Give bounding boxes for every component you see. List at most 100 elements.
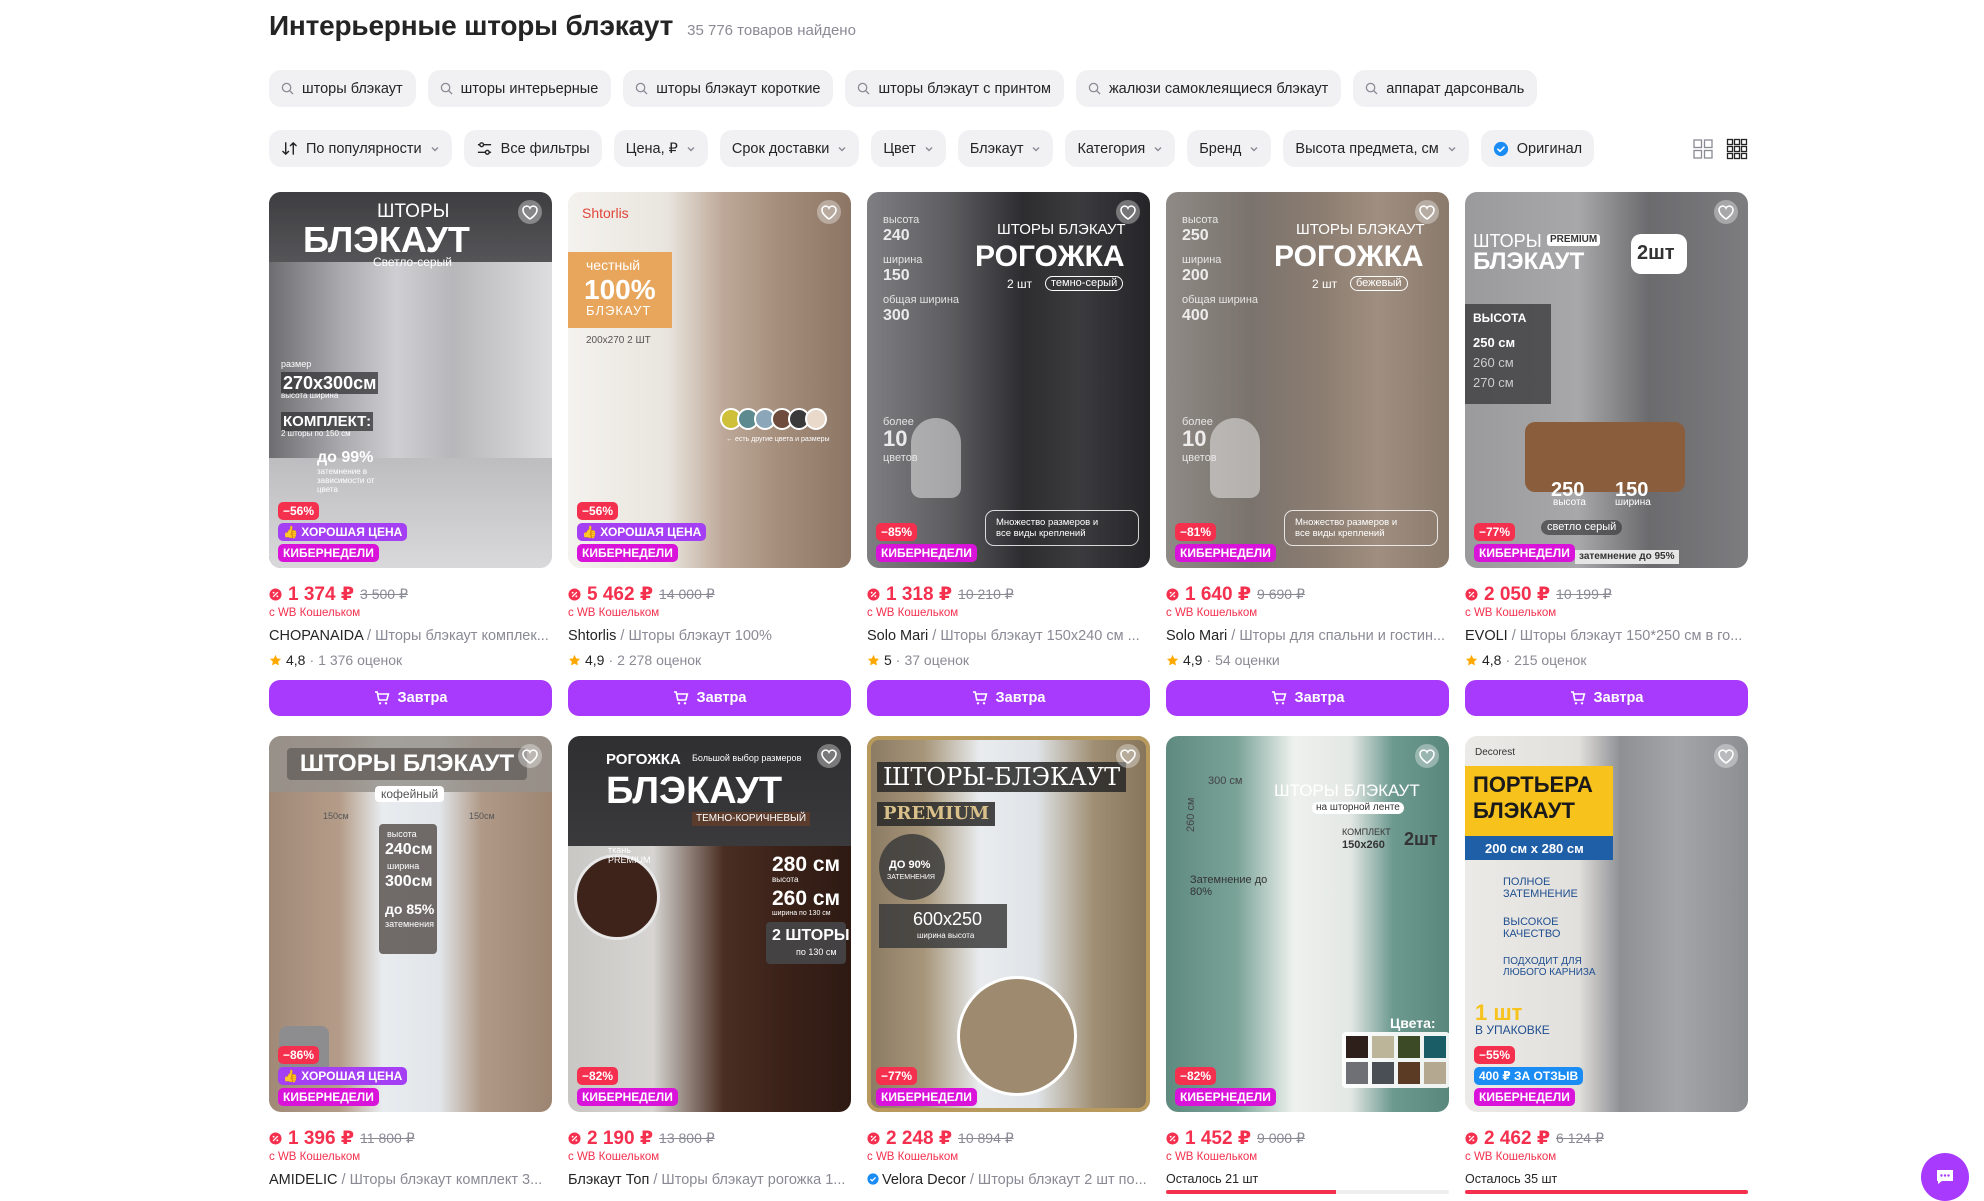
heart-icon[interactable] [816, 743, 842, 769]
suggestion-chip[interactable]: шторы блэкаут [269, 70, 416, 107]
add-to-cart-button[interactable]: Завтра [1166, 680, 1449, 716]
heart-icon[interactable] [1115, 743, 1141, 769]
product-image[interactable]: ШТОРЫ БЛЭКАУТ РОГОЖКА 2 шт бежевый высот… [1166, 192, 1449, 568]
filter-color[interactable]: Цвет [871, 130, 946, 167]
star-icon [1465, 654, 1478, 665]
price: 2 190 ₽ [587, 1128, 654, 1149]
page-title: Интерьерные шторы блэкаут [269, 10, 674, 41]
product-card[interactable]: ШТОРЫ PREMIUM БЛЭКАУТ 2шт ВЫСОТА 250 см … [1465, 192, 1748, 716]
product-card[interactable]: ШТОРЫ БЛЭКАУТ кофейный 150см 150см высот… [269, 736, 552, 1194]
overlay-text: затемнение до 95% [1575, 550, 1679, 564]
sort-button[interactable]: По популярности [269, 130, 452, 167]
product-title: / Шторы для спальни и гостин... [1227, 628, 1446, 644]
filter-blackout[interactable]: Блэкаут [957, 130, 1054, 167]
product-card[interactable]: ШТОРЫ БЛЭКАУТ Светло-серый размер 270x30… [269, 192, 552, 716]
suggestion-chip[interactable]: жалюзи самоклеящиеся блэкаут [1075, 70, 1342, 107]
overlay-text: PREMIUM [877, 802, 996, 826]
product-name[interactable]: Solo Mari / Шторы блэкаут 150x240 см ... [867, 628, 1150, 644]
product-name[interactable]: Solo Mari / Шторы для спальни и гостин..… [1166, 628, 1449, 644]
cart-label: Завтра [1593, 690, 1644, 706]
product-image[interactable]: ШТОРЫ-БЛЭКАУТ PREMIUM ДО 90% ЗАТЕМНЕНИЯ … [867, 736, 1150, 1112]
heart-icon[interactable] [1713, 743, 1739, 769]
star-icon [568, 654, 581, 665]
heart-icon[interactable] [1713, 199, 1739, 225]
product-card[interactable]: Shtorlis честный 100% БЛЭКАУТ 200x270 2 … [568, 192, 851, 716]
product-card[interactable]: ШТОРЫ БЛЭКАУТ РОГОЖКА 2 шт темно-серый в… [867, 192, 1150, 716]
add-to-cart-button[interactable]: Завтра [867, 680, 1150, 716]
product-card[interactable]: 300 см ШТОРЫ БЛЭКАУТ на шторной ленте КО… [1166, 736, 1449, 1194]
heart-icon[interactable] [517, 199, 543, 225]
product-image[interactable]: ШТОРЫ БЛЭКАУТ Светло-серый размер 270x30… [269, 192, 552, 568]
product-image[interactable]: ШТОРЫ PREMIUM БЛЭКАУТ 2шт ВЫСОТА 250 см … [1465, 192, 1748, 568]
filter-height[interactable]: Высота предмета, см [1283, 130, 1469, 167]
search-icon [636, 82, 648, 95]
stock-bar [1166, 1190, 1449, 1194]
reviews-count: 54 оценки [1215, 652, 1280, 668]
overlay-text: 10 [883, 426, 908, 451]
search-icon [281, 82, 294, 95]
wallet-discount-icon [1166, 588, 1179, 601]
add-to-cart-button[interactable]: Завтра [269, 680, 552, 716]
product-name[interactable]: Velora Decor / Шторы блэкаут 2 шт по... [867, 1172, 1150, 1188]
filter-original[interactable]: Оригинал [1480, 130, 1595, 167]
brand-name: Shtorlis [568, 628, 617, 644]
add-to-cart-button[interactable]: Завтра [568, 680, 851, 716]
heart-icon[interactable] [517, 743, 543, 769]
price-row: 5 462 ₽ 14 000 ₽ [568, 583, 851, 606]
filter-price[interactable]: Цена, ₽ [613, 130, 708, 167]
product-name[interactable]: CHOPANAIDA / Шторы блэкаут комплек... [269, 628, 552, 644]
suggestion-chips: шторы блэкаут шторы интерьерные шторы бл… [269, 70, 1538, 107]
discount-badge: −56% [577, 502, 619, 520]
grid-small-icon[interactable] [1726, 138, 1748, 160]
filter-delivery[interactable]: Срок доставки [719, 130, 860, 167]
add-to-cart-button[interactable]: Завтра [1465, 680, 1748, 716]
product-name[interactable]: AMIDELIC / Шторы блэкаут комплект 3... [269, 1172, 552, 1188]
price: 1 396 ₽ [288, 1128, 355, 1149]
product-card[interactable]: РОГОЖКА Большой выбор размеров БЛЭКАУТ Т… [568, 736, 851, 1194]
grid-large-icon[interactable] [1692, 138, 1714, 160]
overlay-text: 260 см [1185, 797, 1197, 832]
suggestion-chip[interactable]: шторы блэкаут короткие [623, 70, 834, 107]
product-image[interactable]: РОГОЖКА Большой выбор размеров БЛЭКАУТ Т… [568, 736, 851, 1112]
old-price: 14 000 ₽ [659, 586, 715, 602]
product-image[interactable]: ШТОРЫ БЛЭКАУТ кофейный 150см 150см высот… [269, 736, 552, 1112]
overlay-text: Множество размеров и все виды креплений [985, 510, 1139, 546]
product-card[interactable]: ШТОРЫ БЛЭКАУТ РОГОЖКА 2 шт бежевый высот… [1166, 192, 1449, 716]
search-icon [1366, 82, 1378, 95]
product-image[interactable]: Shtorlis честный 100% БЛЭКАУТ 200x270 2 … [568, 192, 851, 568]
old-price: 6 124 ₽ [1556, 1130, 1604, 1146]
filter-brand[interactable]: Бренд [1187, 130, 1272, 167]
overlay-text: Большой выбор размеров [692, 753, 802, 763]
filter-category[interactable]: Категория [1065, 130, 1176, 167]
product-card[interactable]: Decorest ПОРТЬЕРА БЛЭКАУТ 200 см x 280 с… [1465, 736, 1748, 1194]
product-name[interactable]: Блэкаут Топ / Шторы блэкаут рогожка 1... [568, 1172, 851, 1188]
badge-stack: −77% КИБЕРНЕДЕЛИ [1474, 523, 1575, 562]
chat-button[interactable] [1921, 1153, 1969, 1201]
product-image[interactable]: ШТОРЫ БЛЭКАУТ РОГОЖКА 2 шт темно-серый в… [867, 192, 1150, 568]
badge-stack: −56% 👍 ХОРОШАЯ ЦЕНА КИБЕРНЕДЕЛИ [577, 502, 707, 562]
product-image[interactable]: Decorest ПОРТЬЕРА БЛЭКАУТ 200 см x 280 с… [1465, 736, 1748, 1112]
suggestion-chip[interactable]: шторы блэкаут с принтом [845, 70, 1064, 107]
heart-icon[interactable] [816, 199, 842, 225]
product-image[interactable]: 300 см ШТОРЫ БЛЭКАУТ на шторной ленте КО… [1166, 736, 1449, 1112]
heart-icon[interactable] [1414, 743, 1440, 769]
verified-icon [867, 1173, 879, 1185]
all-filters-button[interactable]: Все фильтры [463, 130, 602, 167]
product-card[interactable]: ШТОРЫ-БЛЭКАУТ PREMIUM ДО 90% ЗАТЕМНЕНИЯ … [867, 736, 1150, 1194]
product-name[interactable]: EVOLI / Шторы блэкаут 150*250 см в го... [1465, 628, 1748, 644]
overlay-text: БЛЭКАУТ [303, 219, 470, 260]
price-row: 1 452 ₽ 9 000 ₽ [1166, 1127, 1449, 1150]
suggestion-chip[interactable]: шторы интерьерные [427, 70, 612, 107]
old-price: 10 210 ₽ [958, 586, 1014, 602]
product-name[interactable]: Shtorlis / Шторы блэкаут 100% [568, 628, 851, 644]
chat-icon [1937, 1170, 1953, 1184]
heart-icon[interactable] [1115, 199, 1141, 225]
overlay-text: 250 см [1473, 335, 1516, 350]
old-price: 13 800 ₽ [659, 1130, 715, 1146]
overlay-text: до 85% [385, 901, 435, 917]
overlay-text: 200 [1182, 267, 1209, 284]
suggestion-chip[interactable]: аппарат дарсонваль [1353, 70, 1538, 107]
heart-icon[interactable] [1414, 199, 1440, 225]
overlay-text: Decorest [1475, 747, 1516, 758]
original-label: Оригинал [1516, 140, 1583, 157]
